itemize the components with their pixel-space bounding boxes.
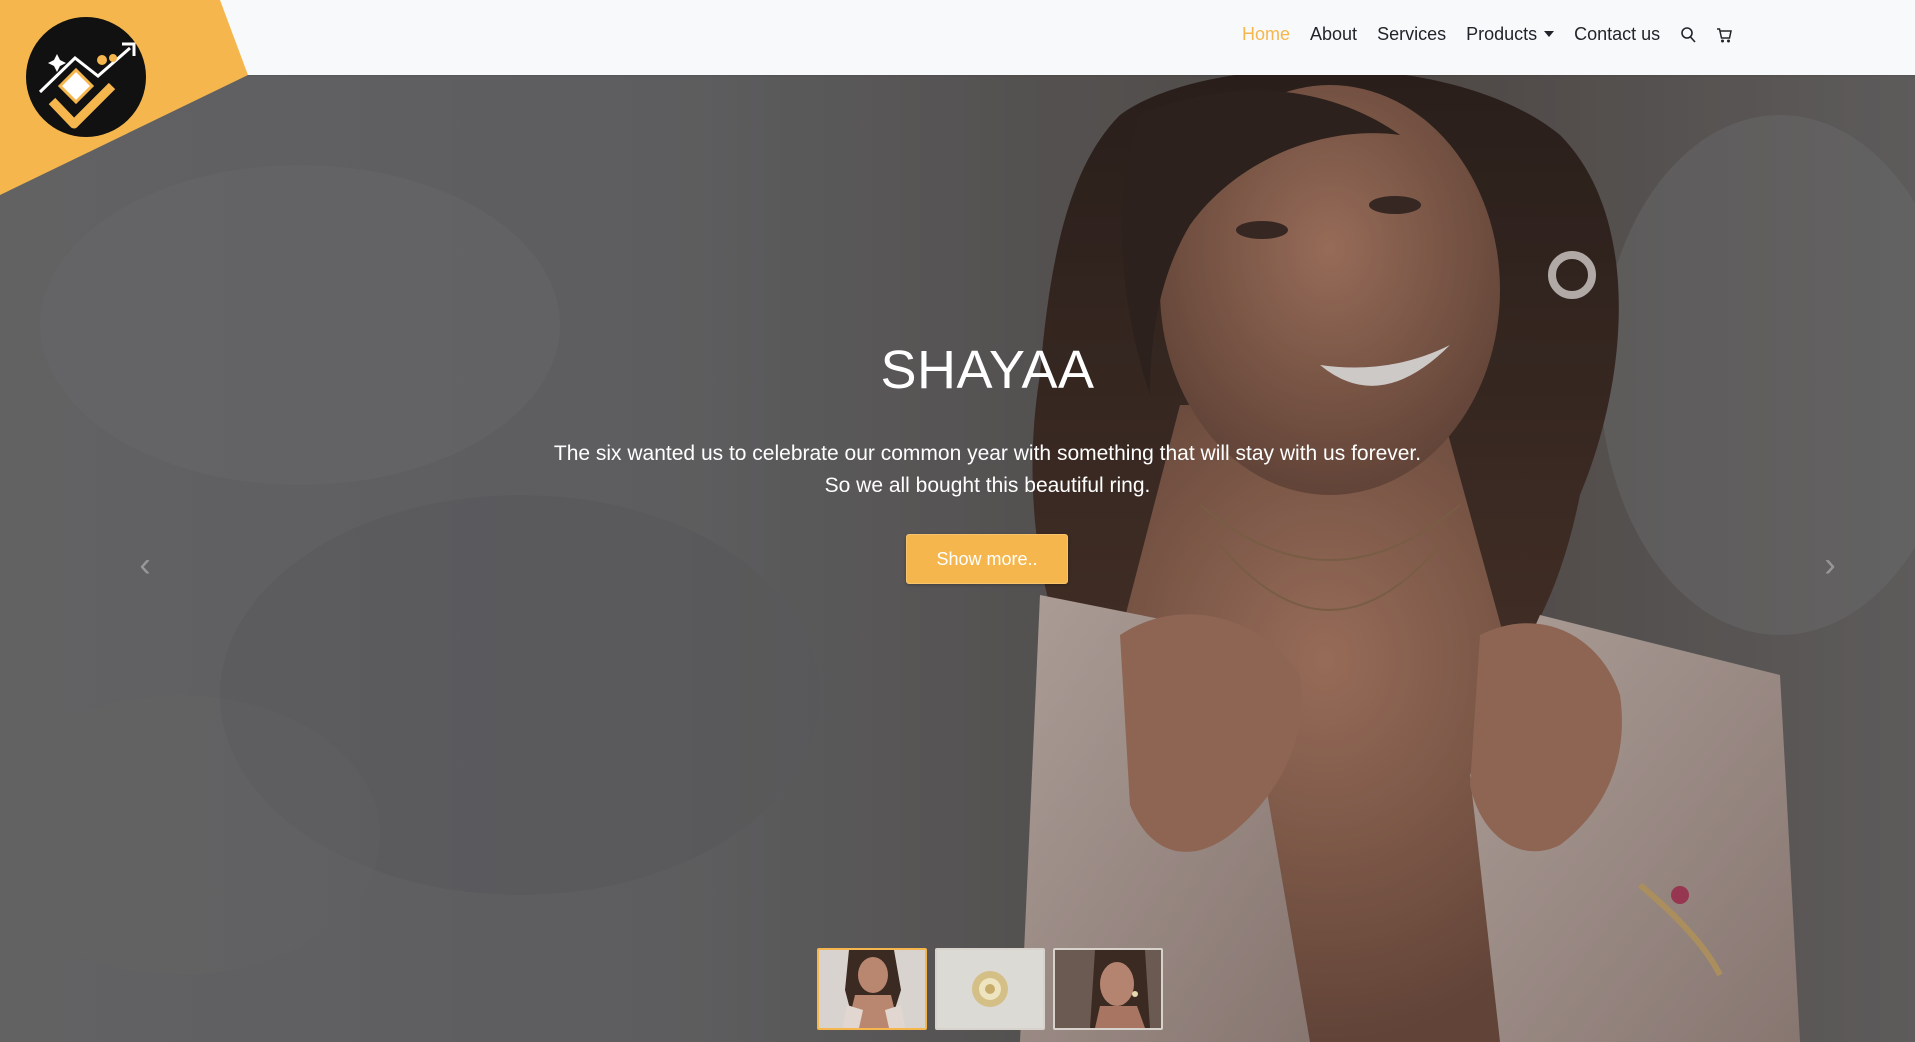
nav-products-label: Products — [1466, 24, 1538, 44]
nav-services-link[interactable]: Services — [1377, 24, 1446, 45]
page: ‹ › SHAYAA The six wanted us to celebrat… — [0, 0, 1915, 1042]
nav-about-link[interactable]: About — [1310, 24, 1357, 45]
search-icon[interactable] — [1680, 26, 1696, 44]
hero-description-line-1: The six wanted us to celebrate our commo… — [553, 442, 1422, 465]
hero-description: The six wanted us to celebrate our commo… — [0, 438, 1915, 502]
carousel-prev-icon[interactable]: ‹ — [130, 545, 160, 585]
thumbnail-model-necklace[interactable] — [817, 948, 927, 1030]
thumbnail-model-earring[interactable] — [1053, 948, 1163, 1030]
top-navbar: Home About Services Products Contact us — [0, 0, 1915, 75]
thumbnail-ring-image — [937, 950, 1043, 1028]
hero-description-line-2: So we all bought this beautiful ring. — [824, 474, 1151, 497]
hero-title: SHAYAA — [880, 340, 1095, 400]
carousel-thumbnails — [817, 948, 1163, 1030]
hero-carousel: ‹ › SHAYAA The six wanted us to celebrat… — [0, 75, 1915, 1042]
thumbnail-model-earring-image — [1055, 950, 1161, 1028]
show-more-button[interactable]: Show more.. — [906, 534, 1068, 584]
brand-logo[interactable] — [0, 0, 260, 200]
caret-down-icon — [1544, 31, 1555, 37]
thumbnail-ring[interactable] — [935, 948, 1045, 1030]
main-nav: Home About Services Products Contact us — [1242, 24, 1733, 45]
carousel-next-icon[interactable]: › — [1815, 545, 1845, 585]
nav-contact-link[interactable]: Contact us — [1574, 24, 1660, 45]
cart-icon[interactable] — [1716, 26, 1733, 44]
logo-icon — [0, 0, 248, 195]
nav-products-dropdown[interactable]: Products — [1466, 24, 1555, 45]
thumbnail-model-necklace-image — [819, 950, 925, 1028]
nav-home-link[interactable]: Home — [1242, 24, 1290, 45]
